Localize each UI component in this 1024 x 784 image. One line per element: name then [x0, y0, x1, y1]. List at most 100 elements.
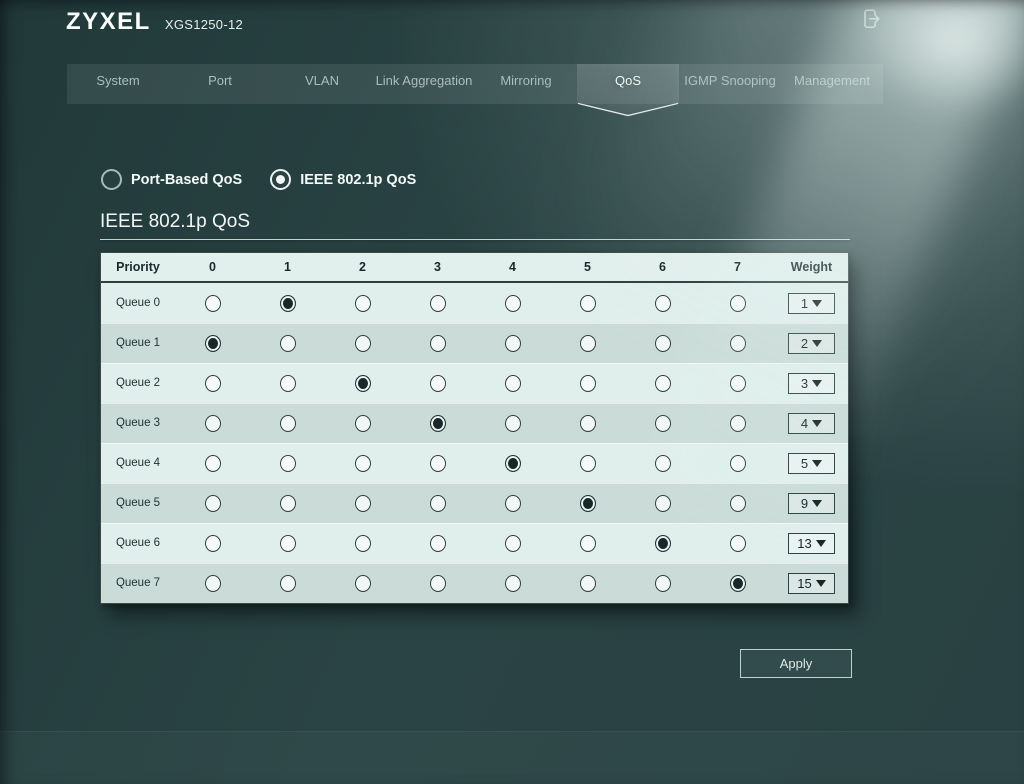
priority-radio-5[interactable]: [580, 415, 596, 432]
priority-radio-5[interactable]: [580, 455, 596, 472]
priority-radio-6[interactable]: [655, 535, 671, 552]
priority-radio-5[interactable]: [580, 495, 596, 512]
priority-radio-1[interactable]: [280, 295, 296, 312]
brand-logo: ZYXEL: [66, 8, 151, 36]
priority-radio-4[interactable]: [505, 495, 521, 512]
qos-mode-selector: Port-Based QoS IEEE 802.1p QoS: [101, 169, 416, 190]
tab-management[interactable]: Management: [781, 64, 883, 104]
column-header: 7: [700, 260, 775, 274]
priority-radio-7[interactable]: [730, 535, 746, 552]
priority-radio-6[interactable]: [655, 415, 671, 432]
priority-radio-7[interactable]: [730, 335, 746, 352]
priority-radio-2[interactable]: [355, 575, 371, 592]
priority-radio-0[interactable]: [205, 415, 221, 432]
priority-radio-1[interactable]: [280, 335, 296, 352]
priority-radio-7[interactable]: [730, 415, 746, 432]
priority-radio-6[interactable]: [655, 375, 671, 392]
priority-radio-6[interactable]: [655, 495, 671, 512]
priority-radio-4[interactable]: [505, 575, 521, 592]
priority-radio-3[interactable]: [430, 535, 446, 552]
priority-radio-2[interactable]: [355, 495, 371, 512]
tab-igmp-snooping[interactable]: IGMP Snooping: [679, 64, 781, 104]
priority-radio-6[interactable]: [655, 455, 671, 472]
weight-select[interactable]: 3: [788, 373, 835, 394]
priority-radio-0[interactable]: [205, 495, 221, 512]
priority-radio-4[interactable]: [505, 535, 521, 552]
priority-radio-1[interactable]: [280, 375, 296, 392]
logout-icon[interactable]: [858, 5, 884, 38]
priority-radio-5[interactable]: [580, 335, 596, 352]
priority-radio-3[interactable]: [430, 295, 446, 312]
weight-select[interactable]: 5: [788, 453, 835, 474]
priority-radio-3[interactable]: [430, 335, 446, 352]
weight-value: 15: [797, 576, 811, 591]
dropdown-caret-icon: [812, 300, 822, 307]
weight-cell: 1: [775, 293, 848, 314]
priority-radio-5[interactable]: [580, 535, 596, 552]
priority-cell: [325, 575, 400, 592]
priority-radio-1[interactable]: [280, 455, 296, 472]
priority-radio-5[interactable]: [580, 295, 596, 312]
priority-radio-4[interactable]: [505, 455, 521, 472]
priority-radio-6[interactable]: [655, 575, 671, 592]
table-row: Queue 01: [101, 283, 848, 323]
page: ZYXEL XGS1250-12 SystemPortVLANLink Aggr…: [0, 0, 1024, 784]
weight-select[interactable]: 9: [788, 493, 835, 514]
tab-system[interactable]: System: [67, 64, 169, 104]
dropdown-caret-icon: [812, 460, 822, 467]
priority-radio-7[interactable]: [730, 375, 746, 392]
weight-select[interactable]: 4: [788, 413, 835, 434]
priority-radio-2[interactable]: [355, 335, 371, 352]
weight-select[interactable]: 15: [788, 573, 835, 594]
priority-radio-0[interactable]: [205, 575, 221, 592]
priority-cell: [475, 575, 550, 592]
weight-select[interactable]: 2: [788, 333, 835, 354]
priority-radio-5[interactable]: [580, 575, 596, 592]
priority-radio-3[interactable]: [430, 375, 446, 392]
priority-radio-1[interactable]: [280, 575, 296, 592]
weight-select[interactable]: 1: [788, 293, 835, 314]
priority-radio-0[interactable]: [205, 295, 221, 312]
priority-cell: [475, 455, 550, 472]
priority-radio-4[interactable]: [505, 415, 521, 432]
priority-radio-3[interactable]: [430, 495, 446, 512]
tab-mirroring[interactable]: Mirroring: [475, 64, 577, 104]
priority-radio-1[interactable]: [280, 415, 296, 432]
priority-radio-0[interactable]: [205, 535, 221, 552]
tab-qos[interactable]: QoS: [577, 64, 679, 117]
priority-radio-3[interactable]: [430, 455, 446, 472]
priority-radio-1[interactable]: [280, 535, 296, 552]
radio-port-based-qos[interactable]: Port-Based QoS: [101, 169, 242, 190]
priority-radio-2[interactable]: [355, 455, 371, 472]
priority-radio-2[interactable]: [355, 535, 371, 552]
priority-radio-1[interactable]: [280, 495, 296, 512]
priority-radio-4[interactable]: [505, 335, 521, 352]
priority-radio-4[interactable]: [505, 375, 521, 392]
priority-radio-7[interactable]: [730, 575, 746, 592]
priority-cell: [475, 335, 550, 352]
priority-radio-5[interactable]: [580, 375, 596, 392]
priority-radio-3[interactable]: [430, 575, 446, 592]
priority-radio-2[interactable]: [355, 295, 371, 312]
priority-radio-7[interactable]: [730, 495, 746, 512]
priority-radio-4[interactable]: [505, 295, 521, 312]
priority-radio-7[interactable]: [730, 295, 746, 312]
apply-button[interactable]: Apply: [740, 649, 852, 678]
priority-radio-3[interactable]: [430, 415, 446, 432]
priority-radio-2[interactable]: [355, 375, 371, 392]
priority-radio-6[interactable]: [655, 295, 671, 312]
priority-radio-2[interactable]: [355, 415, 371, 432]
tab-vlan[interactable]: VLAN: [271, 64, 373, 104]
priority-radio-7[interactable]: [730, 455, 746, 472]
priority-radio-6[interactable]: [655, 335, 671, 352]
radio-ieee-8021p-qos[interactable]: IEEE 802.1p QoS: [270, 169, 416, 190]
tab-port[interactable]: Port: [169, 64, 271, 104]
tab-link-aggregation[interactable]: Link Aggregation: [373, 64, 475, 104]
priority-radio-0[interactable]: [205, 375, 221, 392]
radio-label: Port-Based QoS: [131, 172, 242, 188]
priority-radio-0[interactable]: [205, 335, 221, 352]
priority-radio-0[interactable]: [205, 455, 221, 472]
title-underline: [100, 239, 850, 240]
weight-select[interactable]: 13: [788, 533, 835, 554]
dropdown-caret-icon: [816, 540, 826, 547]
